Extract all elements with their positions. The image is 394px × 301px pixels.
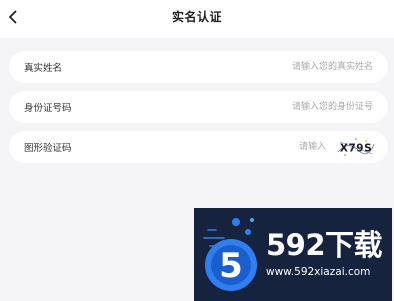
watermark-brand: 592下载 xyxy=(266,228,383,262)
page-title: 实名认证 xyxy=(171,10,222,24)
captcha-label: 图形验证码 xyxy=(24,143,72,154)
watermark-logo-icon: 5 xyxy=(203,218,257,291)
watermark: 5 592下载 www.592xiazai.com xyxy=(194,208,392,301)
watermark-url: www.592xiazai.com xyxy=(266,266,371,278)
id-number-label: 身份证号码 xyxy=(24,103,72,114)
captcha-image[interactable]: X79S xyxy=(336,136,376,158)
captcha-row: 图形验证码 X79S xyxy=(9,131,388,163)
id-number-input[interactable] xyxy=(173,97,373,117)
captcha-text: X79S xyxy=(340,143,372,155)
id-number-row: 身份证号码 xyxy=(9,91,388,123)
watermark-logo-glyph: 5 xyxy=(219,246,243,286)
real-name-input[interactable] xyxy=(173,57,373,77)
top-bar: 实名认证 xyxy=(0,0,394,38)
real-name-label: 真实姓名 xyxy=(24,63,63,74)
real-name-row: 真实姓名 xyxy=(9,51,388,83)
captcha-input[interactable] xyxy=(206,137,326,157)
